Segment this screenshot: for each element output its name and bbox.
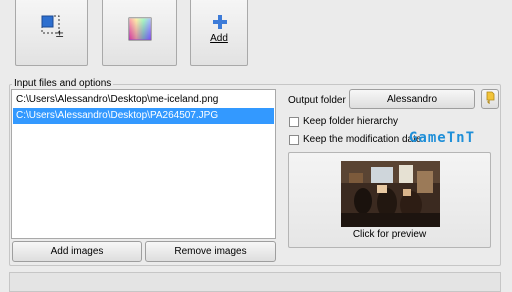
remove-images-button[interactable]: Remove images [145, 241, 276, 262]
add-button-label: Add [210, 33, 228, 44]
output-folder-button[interactable]: Alessandro [349, 89, 475, 109]
watermark-text: GameTnT [409, 130, 476, 146]
color-gradient-icon [128, 17, 152, 41]
add-button[interactable]: Add [190, 0, 248, 66]
keep-modification-date-label: Keep the modification date [303, 134, 422, 145]
keep-modification-date-checkbox[interactable] [289, 135, 299, 145]
resize-icon: ± [41, 15, 65, 40]
keep-folder-hierarchy-label: Keep folder hierarchy [303, 116, 399, 127]
plus-icon [213, 15, 227, 29]
browse-folder-button[interactable] [481, 89, 499, 109]
color-tool-button[interactable] [102, 0, 177, 66]
preview-thumbnail [341, 161, 440, 227]
preview-caption: Click for preview [352, 229, 427, 240]
resize-tool-button[interactable]: ± [15, 0, 88, 66]
preview-panel[interactable]: Click for preview [288, 152, 491, 248]
bottom-panel [9, 272, 501, 292]
file-list[interactable]: C:\Users\Alessandro\Desktop\me-iceland.p… [11, 89, 276, 239]
file-path: C:\Users\Alessandro\Desktop\me-iceland.p… [16, 94, 219, 105]
add-images-button[interactable]: Add images [12, 241, 142, 262]
list-item[interactable]: C:\Users\Alessandro\Desktop\me-iceland.p… [13, 92, 274, 108]
output-folder-label: Output folder [288, 95, 346, 106]
output-folder-value: Alessandro [386, 93, 438, 105]
remove-images-label: Remove images [174, 246, 247, 257]
add-images-label: Add images [50, 246, 104, 257]
list-item-selected[interactable]: C:\Users\Alessandro\Desktop\PA264507.JPG [13, 108, 274, 124]
svg-text:±: ± [55, 27, 64, 39]
file-path: C:\Users\Alessandro\Desktop\PA264507.JPG [16, 110, 219, 121]
keep-folder-hierarchy-checkbox[interactable] [289, 117, 299, 127]
groupbox-title: Input files and options [12, 78, 114, 89]
folder-icon [484, 91, 496, 107]
